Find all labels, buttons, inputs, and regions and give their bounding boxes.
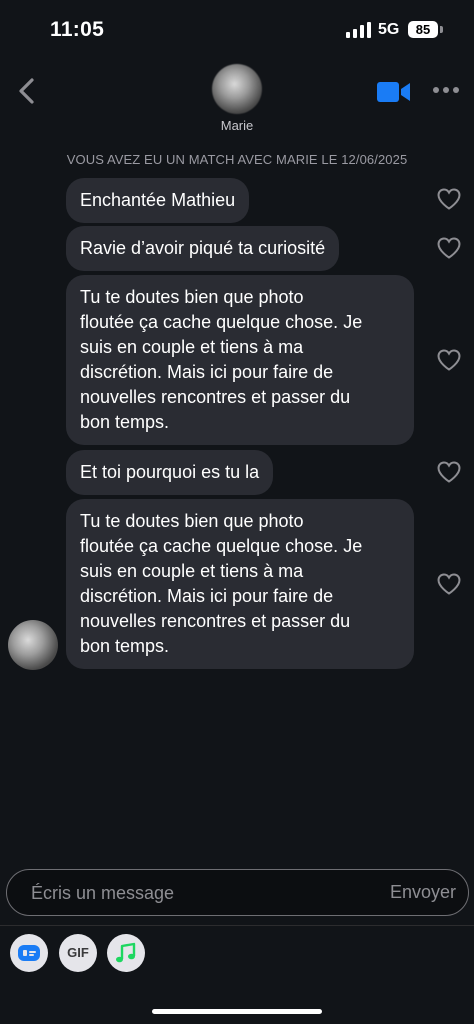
heart-outline-icon[interactable] bbox=[436, 460, 462, 484]
sticker-button[interactable] bbox=[10, 934, 48, 972]
toolbar-divider bbox=[0, 925, 474, 926]
message-bubble[interactable]: Ravie d’avoir piqué ta curiosité bbox=[66, 226, 340, 271]
message-input[interactable] bbox=[29, 870, 363, 917]
music-note-icon bbox=[116, 942, 136, 963]
video-camera-icon[interactable] bbox=[376, 80, 412, 104]
battery-tip bbox=[440, 26, 443, 33]
message-bubble[interactable]: Tu te doutes bien que photo floutée ça c… bbox=[66, 275, 414, 445]
message-composer: Envoyer bbox=[6, 869, 469, 917]
sticker-icon bbox=[18, 945, 40, 961]
status-time: 11:05 bbox=[50, 18, 105, 41]
music-button[interactable] bbox=[107, 934, 145, 972]
signal-bars-icon bbox=[346, 22, 371, 38]
gif-button[interactable]: GIF bbox=[59, 934, 97, 972]
status-bar: 11:05 5G 85 bbox=[0, 0, 474, 56]
message-bubble[interactable]: Enchantée Mathieu bbox=[66, 178, 250, 223]
heart-outline-icon[interactable] bbox=[436, 348, 462, 372]
message-bubble[interactable]: Tu te doutes bien que photo floutée ça c… bbox=[66, 499, 414, 669]
heart-outline-icon[interactable] bbox=[436, 187, 462, 211]
home-indicator[interactable] bbox=[152, 1009, 322, 1014]
heart-outline-icon[interactable] bbox=[436, 572, 462, 596]
contact-avatar[interactable] bbox=[212, 64, 262, 114]
match-note: VOUS AVEZ EU UN MATCH AVEC MARIE LE 12/0… bbox=[66, 152, 408, 167]
message-bubble[interactable]: Et toi pourquoi es tu la bbox=[66, 450, 274, 495]
network-type: 5G bbox=[378, 21, 400, 38]
contact-name[interactable]: Marie bbox=[0, 118, 474, 133]
sender-avatar[interactable] bbox=[8, 620, 58, 670]
send-button[interactable]: Envoyer bbox=[390, 882, 456, 903]
chevron-left-icon[interactable] bbox=[14, 76, 40, 106]
gif-label: GIF bbox=[67, 945, 89, 960]
chat-header: Marie bbox=[0, 56, 474, 146]
more-horizontal-icon[interactable] bbox=[432, 86, 460, 94]
battery-indicator: 85 bbox=[408, 21, 438, 38]
heart-outline-icon[interactable] bbox=[436, 236, 462, 260]
